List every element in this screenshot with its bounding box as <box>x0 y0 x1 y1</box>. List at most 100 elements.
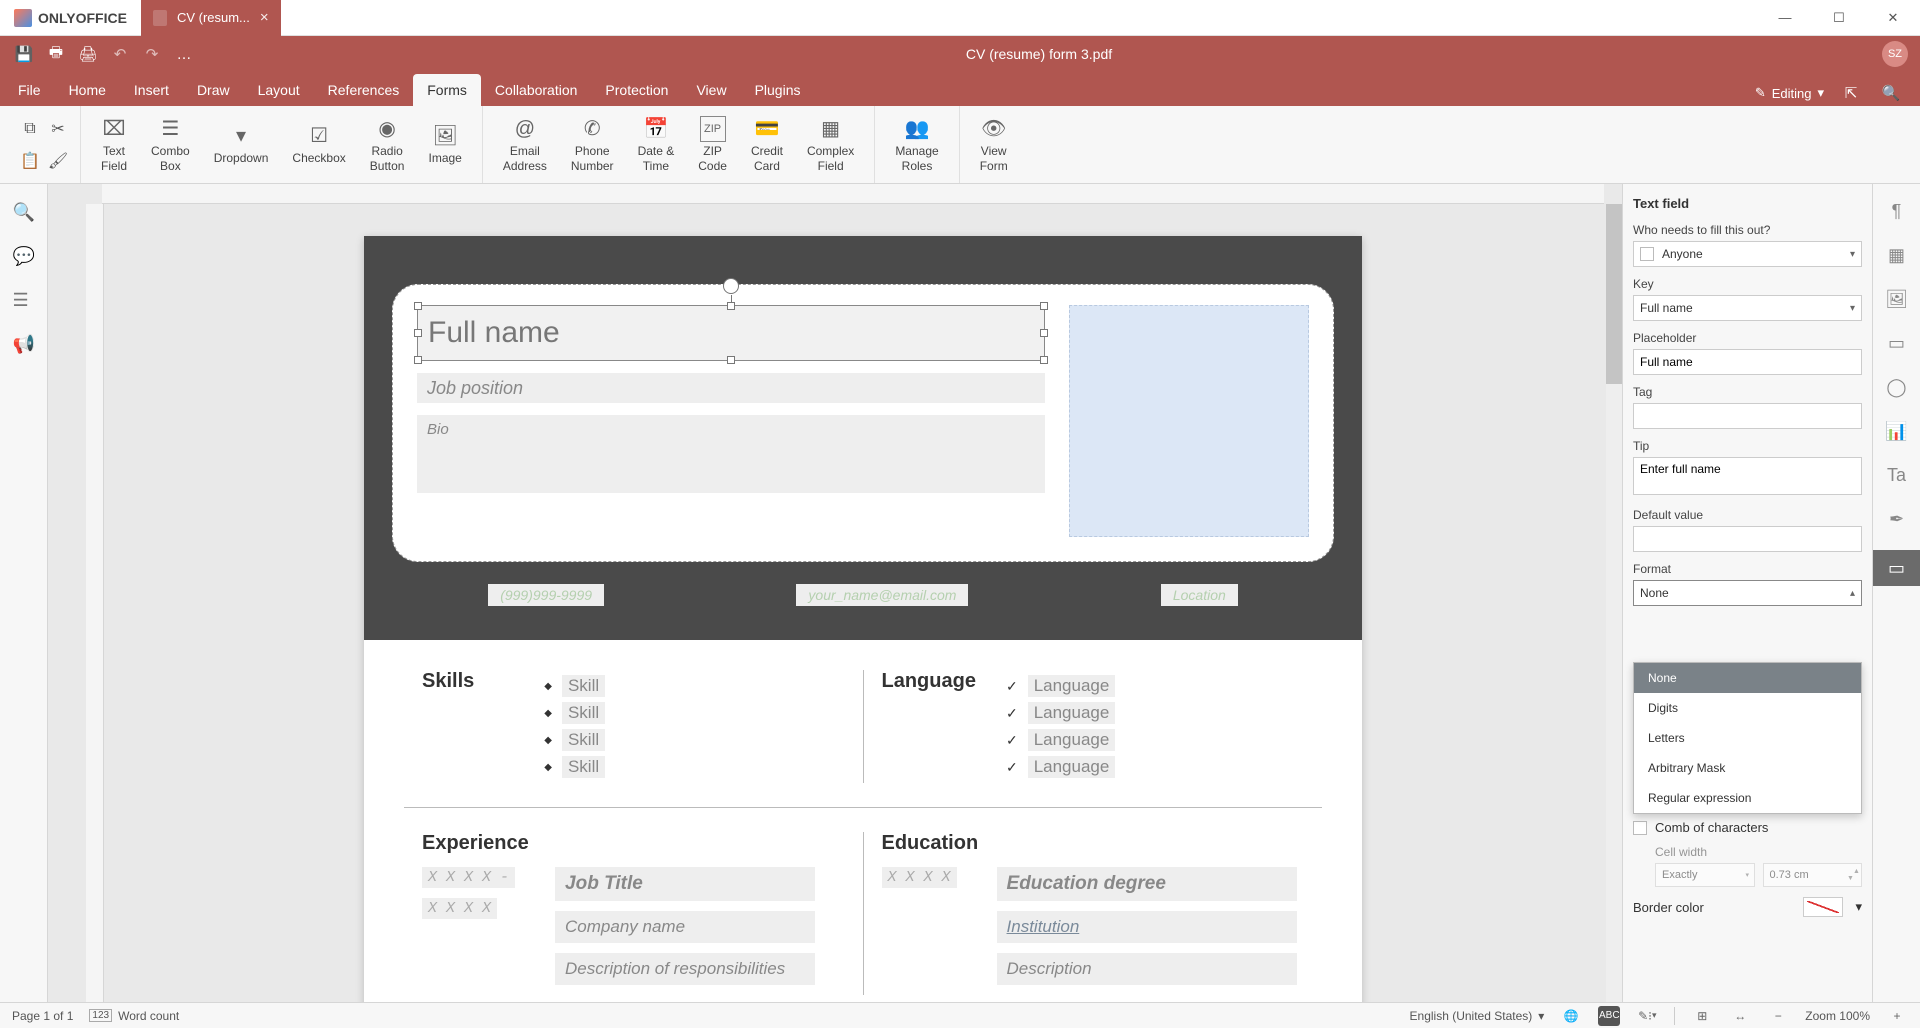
zip-button[interactable]: ZIPZIP Code <box>688 114 737 175</box>
resize-handle-w[interactable] <box>414 329 422 337</box>
location-field[interactable]: Location <box>1161 584 1238 606</box>
skill-field[interactable]: Skill <box>562 675 605 697</box>
more-button[interactable]: … <box>170 40 198 68</box>
fit-width-button[interactable]: ↔ <box>1729 1005 1751 1027</box>
tag-input[interactable] <box>1633 403 1862 429</box>
language-field[interactable]: Language <box>1028 756 1116 778</box>
format-option-digits[interactable]: Digits <box>1634 693 1861 723</box>
menu-insert[interactable]: Insert <box>120 74 183 106</box>
search-button[interactable]: 🔍 <box>1878 80 1904 106</box>
page-indicator[interactable]: Page 1 of 1 <box>12 1009 73 1023</box>
date-to-field[interactable]: X X X X <box>422 898 497 919</box>
institution-field[interactable]: Institution <box>997 911 1297 943</box>
resize-handle-se[interactable] <box>1040 356 1048 364</box>
resize-handle-sw[interactable] <box>414 356 422 364</box>
dropdown-button[interactable]: ▾Dropdown <box>204 121 279 167</box>
paste-button[interactable]: 📋 <box>18 149 42 173</box>
degree-field[interactable]: Education degree <box>997 867 1297 901</box>
credit-button[interactable]: 💳Credit Card <box>741 114 793 175</box>
comments-icon[interactable]: 💬 <box>13 246 35 268</box>
combo-box-button[interactable]: ☰Combo Box <box>141 114 200 175</box>
phone-field[interactable]: (999)999-9999 <box>488 584 604 606</box>
radio-button[interactable]: ◉Radio Button <box>360 114 415 175</box>
resize-handle-ne[interactable] <box>1040 302 1048 310</box>
menu-draw[interactable]: Draw <box>183 74 244 106</box>
rotation-handle[interactable] <box>723 278 739 294</box>
resize-handle-e[interactable] <box>1040 329 1048 337</box>
bio-field[interactable]: Bio <box>417 415 1045 493</box>
paragraph-settings-icon[interactable]: ¶ <box>1884 198 1910 224</box>
trackchanges-button[interactable]: ✎⁝ ▾ <box>1636 1005 1658 1027</box>
default-input[interactable] <box>1633 526 1862 552</box>
datetime-button[interactable]: 📅Date & Time <box>628 114 685 175</box>
menu-view[interactable]: View <box>682 74 740 106</box>
minimize-button[interactable]: — <box>1758 0 1812 36</box>
job-title-field[interactable]: Job Title <box>555 867 815 901</box>
menu-forms[interactable]: Forms <box>413 74 481 106</box>
chart-settings-icon[interactable]: 📊 <box>1884 418 1910 444</box>
language-field[interactable]: Language <box>1028 675 1116 697</box>
email-field[interactable]: your_name@email.com <box>796 584 968 606</box>
menu-collaboration[interactable]: Collaboration <box>481 74 592 106</box>
find-icon[interactable]: 🔍 <box>13 202 35 224</box>
menu-layout[interactable]: Layout <box>244 74 314 106</box>
doclang-button[interactable]: 🌐 <box>1560 1005 1582 1027</box>
resize-handle-s[interactable] <box>727 356 735 364</box>
shape-settings-icon[interactable]: ◯ <box>1884 374 1910 400</box>
tip-input[interactable]: Enter full name <box>1633 457 1862 495</box>
chevron-down-icon[interactable]: ▾ <box>1855 899 1862 915</box>
signature-settings-icon[interactable]: ✒ <box>1884 506 1910 532</box>
manage-roles-button[interactable]: 👥Manage Roles <box>885 114 948 175</box>
edu-date-field[interactable]: X X X X <box>882 867 957 888</box>
format-option-none[interactable]: None <box>1634 663 1861 693</box>
language-field[interactable]: Language <box>1028 702 1116 724</box>
skill-field[interactable]: Skill <box>562 756 605 778</box>
copy-button[interactable]: ⧉ <box>18 117 42 141</box>
complex-button[interactable]: ▦Complex Field <box>797 114 864 175</box>
resize-handle-nw[interactable] <box>414 302 422 310</box>
responsibilities-field[interactable]: Description of responsibilities <box>555 953 815 985</box>
fit-page-button[interactable]: ⊞ <box>1691 1005 1713 1027</box>
quickprint-button[interactable]: 🖨 <box>74 40 102 68</box>
format-painter-button[interactable]: 🖌 <box>46 149 70 173</box>
close-window-button[interactable]: ✕ <box>1866 0 1920 36</box>
format-option-letters[interactable]: Letters <box>1634 723 1861 753</box>
jobpos-field[interactable]: Job position <box>417 373 1045 403</box>
company-field[interactable]: Company name <box>555 911 815 943</box>
undo-button[interactable]: ↶ <box>106 40 134 68</box>
cell-width-spinner[interactable]: 0.73 cm▲▼ <box>1763 863 1863 887</box>
text-field-button[interactable]: ⌧Text Field <box>91 114 137 175</box>
format-option-regex[interactable]: Regular expression <box>1634 783 1861 813</box>
vertical-ruler[interactable] <box>86 204 104 1002</box>
placeholder-input[interactable] <box>1633 349 1862 375</box>
open-location-button[interactable]: ⇱ <box>1838 80 1864 106</box>
zoom-level[interactable]: Zoom 100% <box>1805 1009 1870 1023</box>
menu-protection[interactable]: Protection <box>591 74 682 106</box>
maximize-button[interactable]: ☐ <box>1812 0 1866 36</box>
horizontal-ruler[interactable] <box>102 184 1604 204</box>
textart-settings-icon[interactable]: Ta <box>1884 462 1910 488</box>
headings-icon[interactable]: ☰ <box>13 290 35 312</box>
image-settings-icon[interactable]: 🖼 <box>1884 286 1910 312</box>
word-count[interactable]: 123 Word count <box>89 1009 179 1023</box>
redo-button[interactable]: ↷ <box>138 40 166 68</box>
cut-button[interactable]: ✂ <box>46 117 70 141</box>
feedback-icon[interactable]: 📢 <box>13 334 35 356</box>
language-select[interactable]: English (United States) ▾ <box>1410 1009 1545 1023</box>
border-color-swatch[interactable] <box>1803 897 1843 917</box>
cell-mode-select[interactable]: Exactly▾ <box>1655 863 1755 887</box>
zoom-out-button[interactable]: − <box>1767 1005 1789 1027</box>
view-form-button[interactable]: 👁View Form <box>970 114 1018 175</box>
comb-checkbox[interactable] <box>1633 821 1647 835</box>
close-tab-icon[interactable]: × <box>260 9 269 26</box>
menu-plugins[interactable]: Plugins <box>741 74 815 106</box>
menu-references[interactable]: References <box>314 74 414 106</box>
menu-home[interactable]: Home <box>55 74 120 106</box>
phone-button[interactable]: ✆Phone Number <box>561 114 624 175</box>
skill-field[interactable]: Skill <box>562 702 605 724</box>
resize-handle-n[interactable] <box>727 302 735 310</box>
fullname-field[interactable]: Full name <box>417 305 1045 361</box>
menu-file[interactable]: File <box>4 74 55 106</box>
form-settings-icon[interactable]: ▭ <box>1873 550 1920 586</box>
format-option-mask[interactable]: Arbitrary Mask <box>1634 753 1861 783</box>
